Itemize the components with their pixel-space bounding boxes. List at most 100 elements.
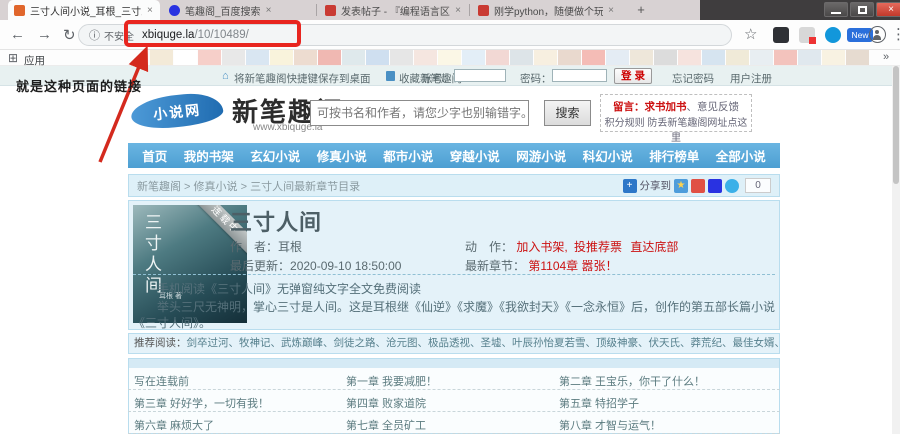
add-bookshelf-link[interactable]: 加入书架, bbox=[516, 240, 567, 254]
share-plus-icon[interactable]: + bbox=[622, 178, 637, 193]
bookmark-favicon[interactable] bbox=[702, 50, 725, 65]
bookmark-favicon[interactable] bbox=[438, 50, 461, 65]
author-row: 作 者：耳根 bbox=[230, 238, 302, 255]
bookmark-favicon[interactable] bbox=[534, 50, 557, 65]
notice-highlight[interactable]: 留言：求书加书 bbox=[613, 101, 687, 113]
profile-avatar[interactable] bbox=[869, 26, 886, 43]
tab-close-icon[interactable]: × bbox=[608, 5, 614, 16]
bookmark-favicon[interactable] bbox=[246, 50, 269, 65]
back-icon[interactable]: ← bbox=[10, 26, 25, 43]
more-share-icon[interactable] bbox=[725, 178, 739, 193]
reload-icon[interactable]: ↻ bbox=[63, 26, 76, 44]
chapter-link[interactable]: 写在连载前 bbox=[134, 373, 189, 389]
save-shortcut-link[interactable]: 将新笔趣阁快捷键保存到桌面 bbox=[234, 71, 371, 86]
chapter-link[interactable]: 第五章 特招学子 bbox=[559, 395, 639, 411]
nav-wangyou[interactable]: 网游小说 bbox=[516, 146, 566, 165]
bookmark-favicon[interactable] bbox=[270, 50, 293, 65]
bookmark-favicon[interactable] bbox=[558, 50, 581, 65]
forward-icon[interactable]: → bbox=[37, 26, 52, 43]
search-button[interactable]: 搜索 bbox=[544, 100, 591, 126]
latest-chapter-link[interactable]: 第1104章 嚣张！ bbox=[528, 259, 617, 273]
nav-chuanyue[interactable]: 穿越小说 bbox=[450, 146, 500, 165]
author-label: 作 者： bbox=[230, 240, 279, 254]
chapter-link[interactable]: 第二章 王宝乐，你干了什么！ bbox=[559, 373, 705, 389]
annotation-note: 就是这种页面的链接 bbox=[16, 79, 143, 94]
bookmark-favicon[interactable] bbox=[750, 50, 773, 65]
forgot-password-link[interactable]: 忘记密码 bbox=[672, 71, 714, 86]
bookmark-favicon[interactable] bbox=[414, 50, 437, 65]
bookmark-favicon[interactable] bbox=[462, 50, 485, 65]
chapter-link[interactable]: 第六章 麻烦大了 bbox=[134, 417, 214, 433]
bookmark-favicon[interactable] bbox=[318, 50, 341, 65]
baidu-share-icon[interactable] bbox=[708, 178, 722, 193]
chapter-link[interactable]: 第七章 全员矿工 bbox=[346, 417, 426, 433]
tab-close-icon[interactable]: × bbox=[266, 5, 272, 16]
bookmark-star-icon[interactable]: ☆ bbox=[744, 25, 757, 43]
nav-xuanhuan[interactable]: 玄幻小说 bbox=[250, 146, 300, 165]
window-maximize-button[interactable] bbox=[850, 2, 874, 17]
bookmark-favicon[interactable] bbox=[174, 50, 197, 65]
nav-home[interactable]: 首页 bbox=[142, 146, 167, 165]
bookmark-favicon[interactable] bbox=[774, 50, 797, 65]
qzone-share-icon[interactable]: ★ bbox=[674, 178, 688, 193]
extension-icon[interactable] bbox=[773, 27, 789, 43]
bookmark-favicon[interactable] bbox=[798, 50, 821, 65]
tab-novel[interactable]: 三寸人间小说_耳根_三寸人间最新 × bbox=[8, 0, 160, 20]
nav-xiuzhen[interactable]: 修真小说 bbox=[317, 146, 367, 165]
nav-bookshelf[interactable]: 我的书架 bbox=[184, 146, 234, 165]
bookmark-favicon[interactable] bbox=[726, 50, 749, 65]
bookmark-favicon[interactable] bbox=[486, 50, 509, 65]
bookmark-favicon[interactable] bbox=[654, 50, 677, 65]
new-tab-button[interactable]: + bbox=[630, 3, 652, 18]
nav-kehuan[interactable]: 科幻小说 bbox=[583, 146, 633, 165]
window-minimize-button[interactable] bbox=[824, 2, 848, 17]
tab-forum-post[interactable]: 发表帖子 - 『编程语言区』- 看 × bbox=[319, 0, 467, 20]
qq-extension-icon[interactable] bbox=[825, 27, 841, 43]
nav-ranking[interactable]: 排行榜单 bbox=[649, 146, 699, 165]
bookmark-favicon[interactable] bbox=[630, 50, 653, 65]
tab-python-thread[interactable]: 刚学python，随便做个玩 - [编 × bbox=[472, 0, 620, 20]
tab-close-icon[interactable]: × bbox=[455, 5, 461, 16]
nav-all[interactable]: 全部小说 bbox=[716, 146, 766, 165]
bookmark-favicon[interactable] bbox=[342, 50, 365, 65]
bookmark-favicon[interactable] bbox=[366, 50, 389, 65]
site-logo-swoosh[interactable]: 小说网 bbox=[129, 90, 225, 132]
search-input[interactable] bbox=[310, 100, 529, 126]
notice-rest[interactable]: 、意见反馈 bbox=[687, 101, 740, 113]
bookmark-favicon[interactable] bbox=[822, 50, 845, 65]
nav-dushi[interactable]: 都市小说 bbox=[383, 146, 433, 165]
tab-baidu-search[interactable]: 笔趣阁_百度搜索 × bbox=[163, 0, 313, 20]
recommend-links[interactable]: 剑卒过河、牧神记、武炼巅峰、剑徒之路、沧元图、极品透视、圣墟、叶辰孙怡夏若雪、顶… bbox=[187, 337, 780, 349]
goto-bottom-link[interactable]: 直达底部 bbox=[630, 240, 678, 254]
menu-dots-icon[interactable]: ⋮ bbox=[891, 25, 900, 43]
account-input[interactable] bbox=[454, 69, 506, 82]
weibo-share-icon[interactable] bbox=[691, 178, 705, 193]
login-button[interactable]: 登 录 bbox=[614, 68, 652, 84]
apps-grid-icon[interactable]: ⊞ bbox=[8, 51, 18, 65]
bookmark-favicon[interactable] bbox=[678, 50, 701, 65]
info-icon[interactable]: ⓘ bbox=[89, 27, 100, 43]
chapter-link[interactable]: 第三章 好好学，一切有我！ bbox=[134, 395, 269, 411]
bookmark-favicon[interactable] bbox=[606, 50, 629, 65]
chapter-link[interactable]: 第一章 我要减肥！ bbox=[346, 373, 437, 389]
window-close-button[interactable]: × bbox=[876, 2, 900, 17]
password-input[interactable] bbox=[552, 69, 607, 82]
recommend-vote-link[interactable]: 投推荐票 bbox=[574, 240, 622, 254]
tab-close-icon[interactable]: × bbox=[147, 5, 153, 16]
chapter-link[interactable]: 第八章 才智与运气！ bbox=[559, 417, 661, 433]
extension-icon[interactable] bbox=[799, 27, 816, 44]
bookmark-favicon[interactable] bbox=[222, 50, 245, 65]
bookmark-favicon[interactable] bbox=[294, 50, 317, 65]
bookmark-favicon[interactable] bbox=[582, 50, 605, 65]
bookmark-favicon[interactable] bbox=[846, 50, 869, 65]
scrollbar-thumb[interactable] bbox=[893, 66, 899, 184]
bookmark-favicon[interactable] bbox=[510, 50, 533, 65]
register-link[interactable]: 用户注册 bbox=[730, 71, 772, 86]
bookmarks-overflow-icon[interactable]: » bbox=[883, 51, 889, 63]
bookmark-favicon[interactable] bbox=[198, 50, 221, 65]
bookmark-favicon[interactable] bbox=[150, 50, 173, 65]
chapter-link[interactable]: 第四章 败家道院 bbox=[346, 395, 426, 411]
bookmark-favicon[interactable] bbox=[390, 50, 413, 65]
notice-line2[interactable]: 积分规则 防丢新笔趣阁网址点这里 bbox=[601, 114, 751, 144]
breadcrumb[interactable]: 新笔趣阁 > 修真小说 > 三寸人间最新章节目录 bbox=[137, 178, 620, 194]
